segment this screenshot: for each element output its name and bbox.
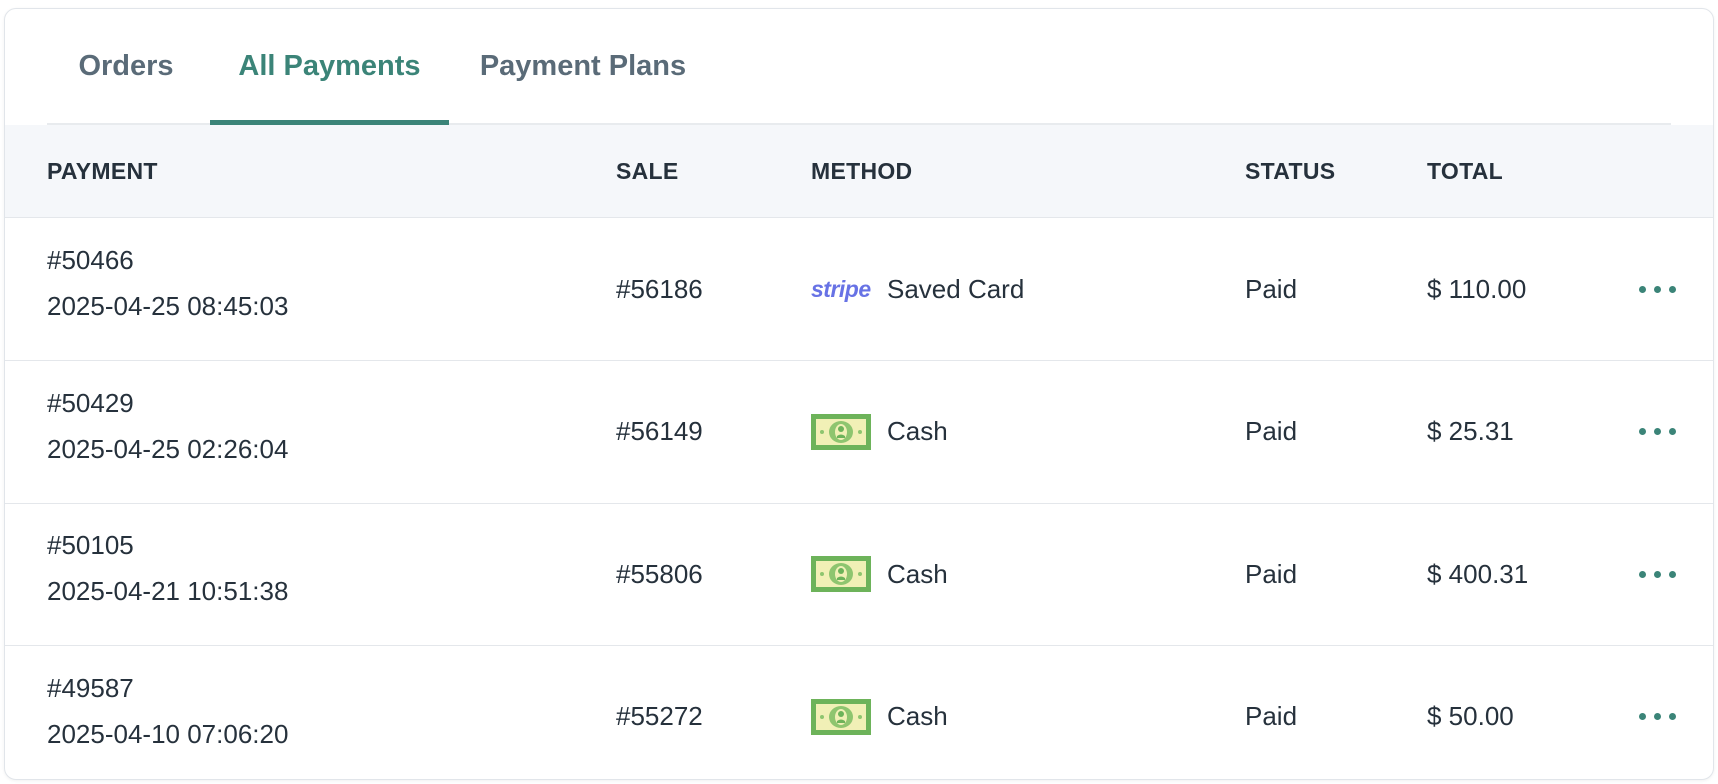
more-actions-button[interactable] (1633, 218, 1681, 360)
column-header-total[interactable]: TOTAL (1427, 125, 1503, 217)
payment-id[interactable]: #50429 (47, 388, 134, 419)
payment-method-label: Cash (887, 558, 948, 589)
payment-total: $ 50.00 (1427, 701, 1514, 731)
payment-method-label: Cash (887, 701, 948, 731)
more-icon (1638, 428, 1646, 435)
payments-card: Orders All Payments Payment Plans PAYMEN… (4, 8, 1714, 780)
table-header: PAYMENT SALE METHOD STATUS TOTAL (5, 125, 1713, 218)
payment-method-label: Cash (887, 416, 948, 446)
sale-id[interactable]: #55272 (616, 646, 703, 780)
payment-method: stripe Saved Card (811, 218, 1024, 360)
more-actions-button[interactable] (1633, 646, 1681, 780)
payment-method: Cash (811, 646, 948, 780)
more-icon (1638, 713, 1646, 720)
payment-date: 2025-04-10 07:06:20 (47, 718, 289, 749)
table-row[interactable]: #50466 2025-04-25 08:45:03 #56186 stripe… (5, 218, 1713, 361)
tab-all-payments[interactable]: All Payments (210, 9, 449, 125)
payment-status: Paid (1245, 558, 1298, 589)
payment-id[interactable]: #50105 (47, 530, 134, 561)
table-row[interactable]: #50105 2025-04-21 10:51:38 #55806 Cash P… (5, 503, 1713, 646)
sale-id[interactable]: #56186 (616, 218, 703, 360)
column-header-sale[interactable]: SALE (616, 125, 679, 217)
more-icon (1638, 570, 1646, 578)
more-icon-dot (1653, 285, 1661, 293)
payment-id[interactable]: #49587 (47, 673, 134, 704)
payment-id[interactable]: #50466 (47, 245, 134, 276)
payment-method: Cash (811, 361, 948, 503)
column-header-status[interactable]: STATUS (1245, 125, 1335, 217)
cash-icon (811, 698, 871, 735)
more-icon-dot (1653, 570, 1661, 578)
payment-total: $ 110.00 (1427, 273, 1527, 304)
table-body: #50466 2025-04-25 08:45:03 #56186 stripe… (5, 218, 1713, 779)
sale-id[interactable]: #56149 (616, 361, 703, 503)
payment-status: Paid (1245, 416, 1298, 446)
more-icon-dot (1653, 428, 1661, 435)
payment-status: Paid (1245, 273, 1298, 304)
table-row[interactable]: #50429 2025-04-25 02:26:04 #56149 Cash P… (5, 361, 1713, 504)
payment-total: $ 25.31 (1427, 416, 1514, 446)
stripe-logo-icon: stripe (811, 275, 871, 302)
tab-payment-plans[interactable]: Payment Plans (465, 9, 701, 123)
payment-total: $ 400.31 (1427, 558, 1529, 589)
sale-id[interactable]: #55806 (616, 503, 703, 645)
payment-method: Cash (811, 503, 948, 645)
more-icon-dot (1668, 428, 1676, 435)
more-icon-dot (1653, 713, 1661, 720)
more-icon-dot (1668, 713, 1676, 720)
cash-icon (811, 413, 871, 450)
more-icon-dot (1668, 285, 1676, 293)
column-header-method[interactable]: METHOD (811, 125, 912, 217)
payment-status: Paid (1245, 701, 1298, 731)
tab-bar: Orders All Payments Payment Plans (47, 9, 1671, 125)
payment-method-label: Saved Card (887, 273, 1025, 304)
payment-date: 2025-04-25 02:26:04 (47, 433, 289, 464)
cash-icon (811, 556, 871, 592)
more-actions-button[interactable] (1633, 503, 1681, 645)
more-actions-button[interactable] (1633, 361, 1681, 503)
tab-orders[interactable]: Orders (47, 9, 205, 123)
column-header-payment[interactable]: PAYMENT (47, 125, 158, 217)
more-icon-dot (1668, 570, 1676, 578)
more-icon (1638, 285, 1646, 293)
table-row[interactable]: #49587 2025-04-10 07:06:20 #55272 Cash P… (5, 646, 1713, 780)
payment-date: 2025-04-21 10:51:38 (47, 576, 289, 606)
payment-date: 2025-04-25 08:45:03 (47, 291, 289, 321)
